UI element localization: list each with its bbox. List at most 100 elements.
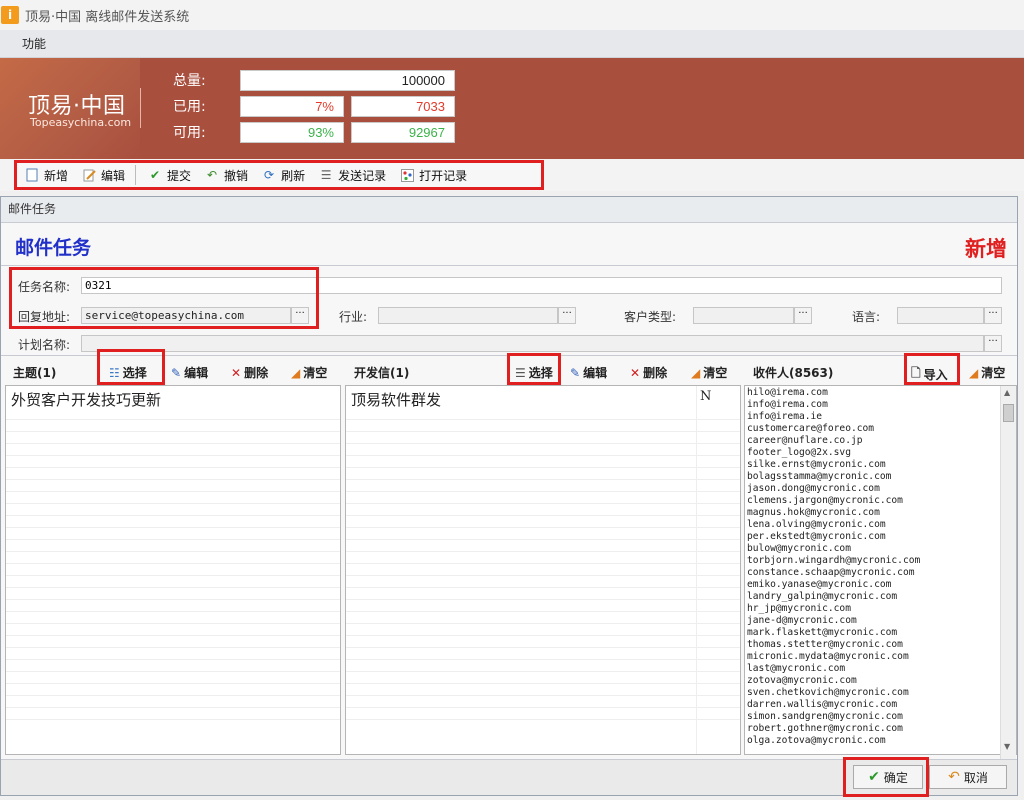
recipient-email-item[interactable]: simon.sandgren@mycronic.com (747, 711, 1000, 723)
recipients-clear-button[interactable]: ◢ 清空 (969, 364, 1005, 381)
recipient-email-item[interactable]: landry_galpin@mycronic.com (747, 591, 1000, 603)
recipient-email-item[interactable]: per.ekstedt@mycronic.com (747, 531, 1000, 543)
language-picker-button[interactable]: ··· (984, 307, 1002, 324)
plan-name-picker-button[interactable]: ··· (984, 335, 1002, 352)
subject-edit-button[interactable]: ✎ 编辑 (171, 364, 208, 381)
letter-list: 顶易软件群发 N (345, 385, 741, 755)
undo-button[interactable]: ↶ 撤销 (205, 167, 248, 184)
scroll-up-icon[interactable]: ▲ (1004, 388, 1010, 397)
new-button[interactable]: 新增 (25, 167, 68, 184)
recipients-scrollbar[interactable]: ▲ ▼ (1000, 386, 1016, 782)
recipient-email-item[interactable]: darren.wallis@mycronic.com (747, 699, 1000, 711)
recipient-email-item[interactable]: footer_logo@2x.svg (747, 447, 1000, 459)
recipient-email-item[interactable]: jason.dong@mycronic.com (747, 483, 1000, 495)
logo-divider (140, 88, 141, 128)
industry-field[interactable] (378, 307, 558, 324)
scroll-down-icon[interactable]: ▼ (1004, 742, 1010, 751)
subject-list-grid (6, 408, 340, 720)
main-toolbar: 新增 编辑 ✔ 提交 ↶ 撤销 ⟳ 刷新 ☰ 发送记录 打开记录 (14, 160, 544, 190)
available-value: 92967 (351, 122, 455, 143)
letter-column-divider (696, 386, 697, 754)
recipients-heading: 收件人(8563) (753, 365, 834, 380)
recipient-email-item[interactable]: olga.zotova@mycronic.com (747, 735, 1000, 747)
subject-list: 外贸客户开发技巧更新 (5, 385, 341, 755)
select-list-icon: ☰ (515, 365, 526, 380)
customer-type-label: 客户类型: (624, 310, 677, 324)
title-bar: i 顶易·中国 离线邮件发送系统 (0, 0, 1024, 30)
recipient-email-item[interactable]: micronic.mydata@mycronic.com (747, 651, 1000, 663)
mode-label: 新增 (965, 237, 1007, 261)
letter-clear-button[interactable]: ◢ 清空 (691, 364, 727, 381)
reply-address-label: 回复地址: (18, 310, 71, 324)
refresh-button[interactable]: ⟳ 刷新 (262, 167, 305, 184)
list-icon: ☰ (320, 168, 332, 182)
subject-clear-button[interactable]: ◢ 清空 (291, 364, 327, 381)
dialog-footer: ✔ 确定 ↶ 取消 (1, 759, 1017, 795)
submit-button[interactable]: ✔ 提交 (148, 167, 191, 184)
reply-address-picker-button[interactable]: ··· (291, 307, 309, 324)
recipient-email-item[interactable]: jane-d@mycronic.com (747, 615, 1000, 627)
recipient-email-item[interactable]: constance.schaap@mycronic.com (747, 567, 1000, 579)
recipient-email-item[interactable]: silke.ernst@mycronic.com (747, 459, 1000, 471)
recipient-email-item[interactable]: torbjorn.wingardh@mycronic.com (747, 555, 1000, 567)
select-list-icon: ☷ (109, 365, 120, 380)
letter-flag: N (700, 389, 712, 404)
recipient-email-item[interactable]: hr_jp@mycronic.com (747, 603, 1000, 615)
cancel-button[interactable]: ↶ 取消 (929, 765, 1007, 789)
toolbar-divider (135, 165, 137, 185)
recipient-email-item[interactable]: career@nuflare.co.jp (747, 435, 1000, 447)
recipient-email-item[interactable]: last@mycronic.com (747, 663, 1000, 675)
recipient-email-item[interactable]: hilo@irema.com (747, 387, 1000, 399)
open-log-button[interactable]: 打开记录 (400, 167, 467, 184)
title-divider (1, 265, 1017, 266)
language-field[interactable] (897, 307, 984, 324)
plan-name-field[interactable] (81, 335, 984, 352)
recipient-email-item[interactable]: info@irema.ie (747, 411, 1000, 423)
reply-address-field[interactable]: service@topeasychina.com (81, 307, 291, 324)
logo-subtext: Topeasychina.com (30, 116, 132, 129)
recipient-email-item[interactable]: clemens.jargon@mycronic.com (747, 495, 1000, 507)
menu-bar: 功能 (0, 30, 1024, 58)
letter-edit-button[interactable]: ✎ 编辑 (570, 364, 607, 381)
send-log-button[interactable]: ☰ 发送记录 (319, 167, 386, 184)
recipient-email-item[interactable]: thomas.stetter@mycronic.com (747, 639, 1000, 651)
list-item[interactable]: 顶易软件群发 (351, 389, 441, 410)
eraser-icon: ◢ (969, 365, 979, 380)
subject-delete-button[interactable]: ✕ 删除 (231, 364, 268, 381)
eraser-icon: ◢ (291, 365, 301, 380)
task-name-label: 任务名称: (18, 280, 71, 294)
import-file-icon: 🗋 (911, 366, 921, 380)
recipient-email-item[interactable]: lena.olving@mycronic.com (747, 519, 1000, 531)
letter-heading: 开发信(1) (354, 365, 410, 380)
letter-select-button[interactable]: ☰ 选择 (515, 364, 553, 381)
used-label: 已用: (173, 99, 206, 115)
recipient-email-item[interactable]: magnus.hok@mycronic.com (747, 507, 1000, 519)
recipient-email-item[interactable]: bulow@mycronic.com (747, 543, 1000, 555)
edit-button[interactable]: 编辑 (82, 167, 125, 184)
recipient-email-item[interactable]: info@irema.com (747, 399, 1000, 411)
recipient-email-item[interactable]: zotova@mycronic.com (747, 675, 1000, 687)
ok-button[interactable]: ✔ 确定 (853, 765, 923, 789)
recipient-email-item[interactable]: emiko.yanase@mycronic.com (747, 579, 1000, 591)
recipient-email-item[interactable]: bolagsstamma@mycronic.com (747, 471, 1000, 483)
letter-delete-button[interactable]: ✕ 删除 (630, 364, 667, 381)
subject-select-button[interactable]: ☷ 选择 (109, 364, 147, 381)
customer-type-field[interactable] (693, 307, 794, 324)
pen-icon: ✎ (171, 365, 182, 380)
recipient-email-item[interactable]: mark.flaskett@mycronic.com (747, 627, 1000, 639)
list-item[interactable]: 外贸客户开发技巧更新 (11, 389, 161, 410)
panel-header: 邮件任务 (1, 197, 1017, 223)
menu-item-function[interactable]: 功能 (22, 35, 46, 52)
task-name-input[interactable] (81, 277, 1002, 294)
scroll-thumb[interactable] (1003, 404, 1014, 422)
recipient-email-item[interactable]: customercare@foreo.com (747, 423, 1000, 435)
letter-list-grid (346, 408, 740, 720)
recipients-import-button[interactable]: 🗋 导入 (911, 364, 948, 385)
industry-picker-button[interactable]: ··· (558, 307, 576, 324)
undo-icon: ↶ (207, 168, 218, 182)
header-banner: 顶易·中国 Topeasychina.com 总量: 100000 已用: 7%… (0, 58, 1024, 159)
open-log-icon (400, 168, 414, 182)
recipient-email-item[interactable]: robert.gothner@mycronic.com (747, 723, 1000, 735)
recipient-email-item[interactable]: sven.chetkovich@mycronic.com (747, 687, 1000, 699)
customer-type-picker-button[interactable]: ··· (794, 307, 812, 324)
